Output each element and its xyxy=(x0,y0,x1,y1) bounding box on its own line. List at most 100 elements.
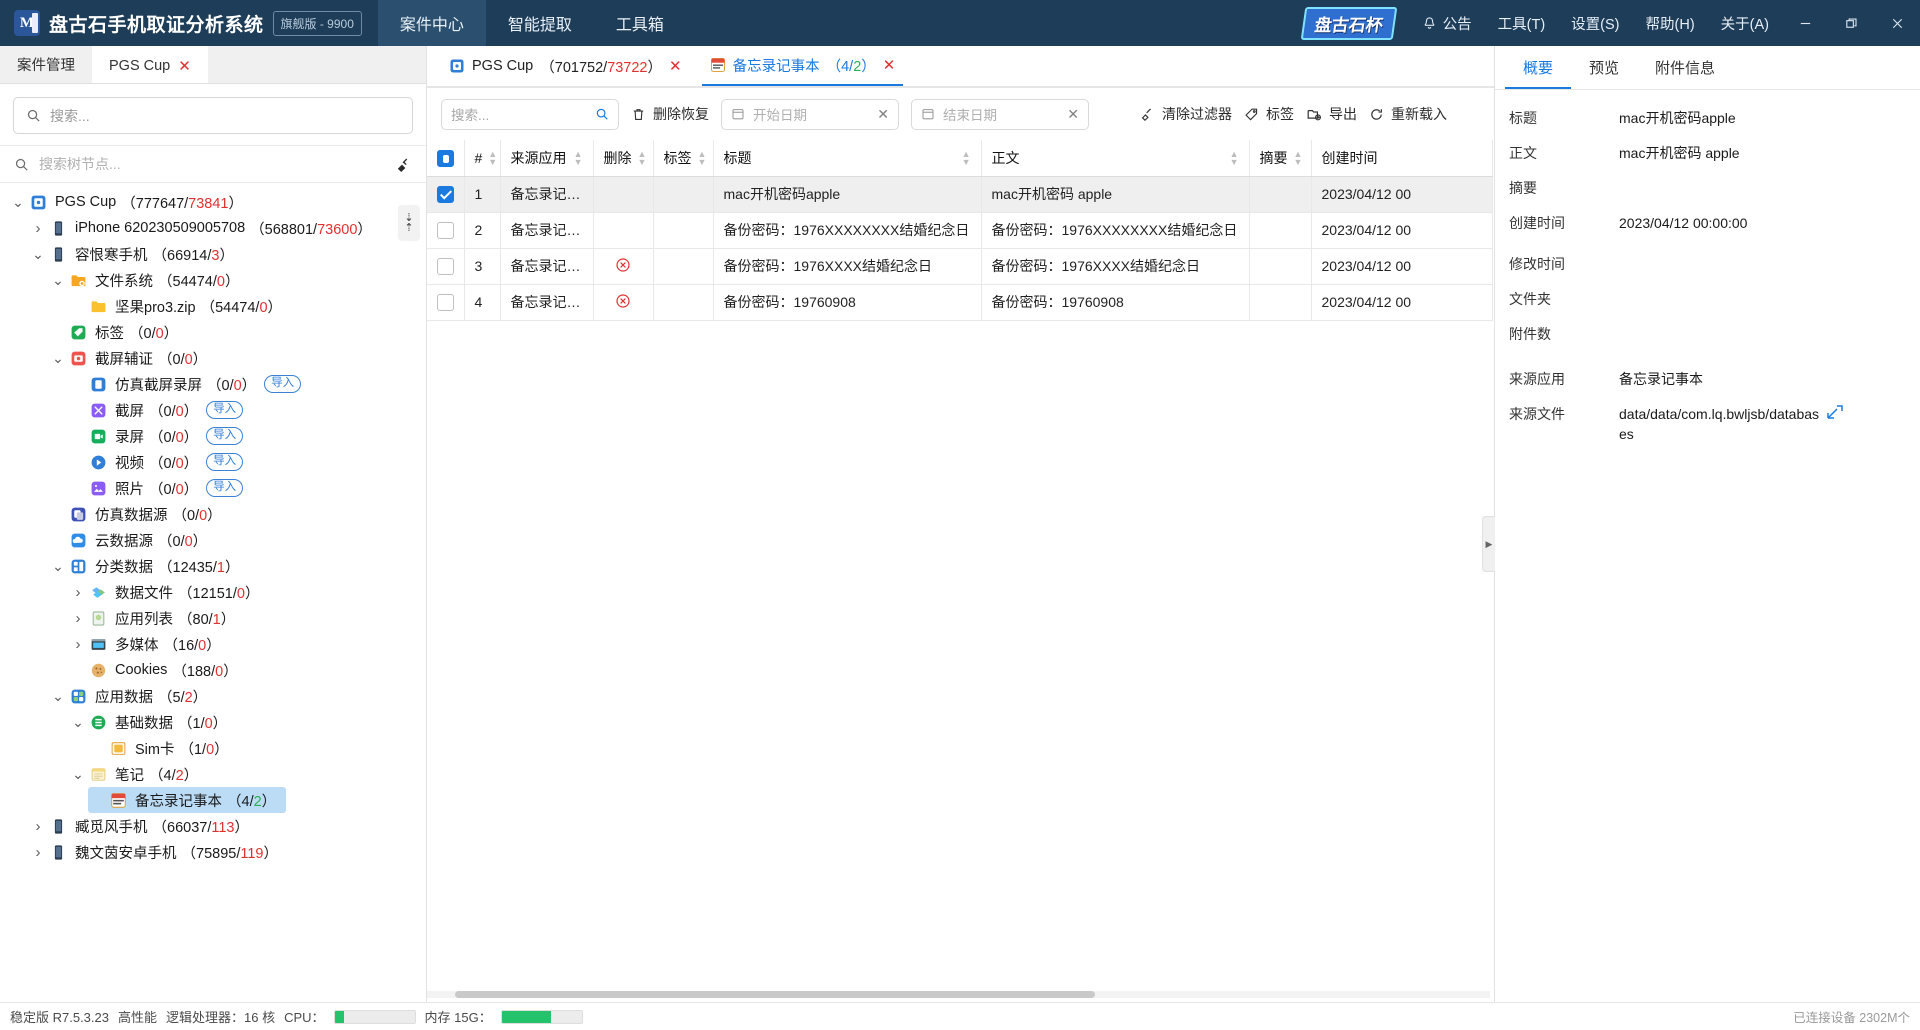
table-header-body[interactable]: 正文 ▲ ▼ xyxy=(981,140,1250,177)
chevron-right-icon[interactable]: › xyxy=(28,818,48,835)
close-icon[interactable]: ✕ xyxy=(1067,106,1079,123)
nav-toolbox[interactable]: 工具箱 xyxy=(594,0,686,46)
table-header-title[interactable]: 标题 ▲ ▼ xyxy=(713,140,982,177)
import-button[interactable]: 导入 xyxy=(206,427,244,445)
table-row[interactable]: 4 备忘录记事本 备份密码：19760908 备份密码：19760908 2023/04… xyxy=(427,284,1493,321)
content-tab-memo[interactable]: 备忘录记事本 （4/2） ✕ xyxy=(701,46,904,86)
sort-arrows-icon[interactable]: ▲ ▼ xyxy=(638,149,647,166)
tree-node[interactable]: 坚果pro3.zip （54474/0） xyxy=(68,293,426,319)
tree-node[interactable]: ⌄ 文件系统 （54474/0） xyxy=(48,267,426,293)
case-tab-pgs-cup[interactable]: PGS Cup ✕ xyxy=(92,46,208,83)
tree-node[interactable]: › iPhone 620230509005708 （568801/73600） xyxy=(28,215,426,241)
tree-node[interactable]: 仿真截屏录屏 （0/0） 导入 xyxy=(68,371,426,397)
row-checkbox[interactable] xyxy=(436,257,454,275)
tree-node[interactable]: ⌄ 分类数据 （12435/1） xyxy=(48,553,426,579)
table-header-index[interactable]: # ▲ ▼ xyxy=(464,140,501,177)
chevron-right-icon[interactable]: › xyxy=(68,584,88,601)
horizontal-scrollbar[interactable] xyxy=(427,988,1494,1002)
delete-restore-button[interactable]: 删除恢复 xyxy=(631,104,709,124)
tag-button[interactable]: 标签 xyxy=(1244,104,1294,124)
table-header-check[interactable] xyxy=(427,140,465,177)
tree-node[interactable]: ⌄ 应用数据 （5/2） xyxy=(48,683,426,709)
tab-attachment-info[interactable]: 附件信息 xyxy=(1637,46,1733,89)
tree-node[interactable]: › 魏文茵安卓手机 （75895/119） xyxy=(28,839,426,865)
row-checkbox[interactable] xyxy=(436,185,454,203)
close-icon[interactable]: ✕ xyxy=(883,56,896,74)
panel-collapse-handle[interactable]: ▶ xyxy=(1482,516,1495,572)
menu-settings[interactable]: 设置(S) xyxy=(1558,0,1632,46)
table-search-input[interactable]: 搜索... xyxy=(441,98,619,130)
table-header-deleted[interactable]: 删除 ▲ ▼ xyxy=(593,140,654,177)
close-icon[interactable]: ✕ xyxy=(178,57,191,75)
menu-announcement[interactable]: 公告 xyxy=(1409,0,1485,46)
tree-node[interactable]: › 多媒体 （16/0） xyxy=(68,631,426,657)
menu-about[interactable]: 关于(A) xyxy=(1708,0,1782,46)
close-icon[interactable]: ✕ xyxy=(877,106,889,123)
table-header-source_app[interactable]: 来源应用 ▲ ▼ xyxy=(500,140,594,177)
tree-node[interactable]: 照片 （0/0） 导入 xyxy=(68,475,426,501)
broom-icon[interactable] xyxy=(395,156,412,173)
table-row[interactable]: 3 备忘录记事本 备份密码：1976XXXX结婚纪念日 备份密码：1976XXXX结婚… xyxy=(427,248,1493,285)
chevron-down-icon[interactable]: ⌄ xyxy=(8,194,28,211)
tree-search-input[interactable]: 搜索树节点... xyxy=(39,154,385,174)
tree-node[interactable]: 视频 （0/0） 导入 xyxy=(68,449,426,475)
export-button[interactable]: 导出 xyxy=(1306,104,1357,124)
tree-node[interactable]: ⌄ 截屏辅证 （0/0） xyxy=(48,345,426,371)
table-row[interactable]: 1 备忘录记事本 mac开机密码apple mac开机密码 apple 2023/04/… xyxy=(427,176,1493,213)
chevron-down-icon[interactable]: ⌄ xyxy=(68,714,88,731)
tree-node[interactable]: Cookies （188/0） xyxy=(68,657,426,683)
chevron-right-icon[interactable]: › xyxy=(28,844,48,861)
table-row[interactable]: 2 备忘录记事本 备份密码：1976XXXXXXXX结婚纪念日 备份密码：1976XX… xyxy=(427,212,1493,249)
table-header-created_at[interactable]: 创建时间 xyxy=(1311,140,1493,177)
start-date-picker[interactable]: 开始日期 ✕ xyxy=(721,98,899,130)
tree-node[interactable]: › 应用列表 （80/1） xyxy=(68,605,426,631)
chevron-right-icon[interactable]: › xyxy=(68,610,88,627)
menu-help[interactable]: 帮助(H) xyxy=(1633,0,1708,46)
tree-node[interactable]: ⌄ 笔记 （4/2） xyxy=(68,761,426,787)
sort-arrows-icon[interactable]: ▲ ▼ xyxy=(1230,149,1239,166)
row-checkbox[interactable] xyxy=(436,293,454,311)
sort-arrows-icon[interactable]: ▲ ▼ xyxy=(574,149,583,166)
sort-arrows-icon[interactable]: ▲ ▼ xyxy=(1294,149,1303,166)
tree-node[interactable]: Sim卡 （1/0） xyxy=(88,735,426,761)
chevron-down-icon[interactable]: ⌄ xyxy=(48,350,68,367)
window-minimize-button[interactable] xyxy=(1782,0,1828,46)
sort-arrows-icon[interactable]: ▲ ▼ xyxy=(698,149,707,166)
sort-arrows-icon[interactable]: ▲ ▼ xyxy=(962,149,971,166)
tree-node[interactable]: 备忘录记事本 （4/2） xyxy=(88,787,287,813)
tree-node[interactable]: 截屏 （0/0） 导入 xyxy=(68,397,426,423)
tab-summary[interactable]: 概要 xyxy=(1505,46,1571,89)
window-restore-button[interactable] xyxy=(1828,0,1874,46)
tree-node[interactable]: ⌄ PGS Cup （777647/73841） xyxy=(8,189,426,215)
tree-node[interactable]: 仿真数据源 （0/0） xyxy=(48,501,426,527)
tree-node[interactable]: ⌄ 基础数据 （1/0） xyxy=(68,709,426,735)
menu-tools[interactable]: 工具(T) xyxy=(1485,0,1559,46)
sidebar-search-input[interactable]: 搜索... xyxy=(13,97,413,134)
tree-node[interactable]: 录屏 （0/0） 导入 xyxy=(68,423,426,449)
import-button[interactable]: 导入 xyxy=(206,453,244,471)
tree-node[interactable]: › 数据文件 （12151/0） xyxy=(68,579,426,605)
nav-case-center[interactable]: 案件中心 xyxy=(377,0,486,46)
reload-button[interactable]: 重新载入 xyxy=(1369,104,1447,124)
chevron-down-icon[interactable]: ⌄ xyxy=(28,246,48,263)
tree-node[interactable]: 标签 （0/0） xyxy=(48,319,426,345)
chevron-down-icon[interactable]: ⌄ xyxy=(48,688,68,705)
chevron-down-icon[interactable]: ⌄ xyxy=(68,766,88,783)
tree-expand-collapse-tool[interactable]: ⇣ ⇡ xyxy=(398,205,420,241)
chevron-down-icon[interactable]: ⌄ xyxy=(48,558,68,575)
case-tab-management[interactable]: 案件管理 xyxy=(0,46,92,83)
table-header-tag[interactable]: 标签 ▲ ▼ xyxy=(653,140,714,177)
close-icon[interactable]: ✕ xyxy=(669,57,682,75)
import-button[interactable]: 导入 xyxy=(206,479,244,497)
clear-filter-button[interactable]: 清除过滤器 xyxy=(1139,104,1232,124)
tree-node[interactable]: ⌄ 容恨寒手机 （66914/3） xyxy=(28,241,426,267)
import-button[interactable]: 导入 xyxy=(206,401,244,419)
scrollbar-thumb[interactable] xyxy=(455,991,1095,998)
chevron-right-icon[interactable]: › xyxy=(68,636,88,653)
content-tab-pgs-cup[interactable]: PGS Cup （701752/73722） ✕ xyxy=(441,46,690,86)
nav-smart-extract[interactable]: 智能提取 xyxy=(486,0,594,46)
end-date-picker[interactable]: 结束日期 ✕ xyxy=(911,98,1089,130)
chevron-right-icon[interactable]: › xyxy=(28,220,48,237)
copy-path-icon[interactable] xyxy=(1824,398,1846,430)
select-all-checkbox[interactable] xyxy=(436,149,454,167)
